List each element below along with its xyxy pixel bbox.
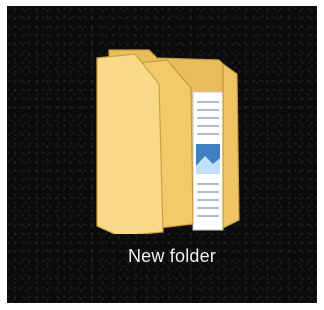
folder-name-label[interactable]: New folder xyxy=(87,246,257,267)
desktop-folder-item[interactable]: New folder xyxy=(87,36,257,276)
desktop-background: New folder xyxy=(7,6,317,303)
folder-icon xyxy=(96,49,240,234)
